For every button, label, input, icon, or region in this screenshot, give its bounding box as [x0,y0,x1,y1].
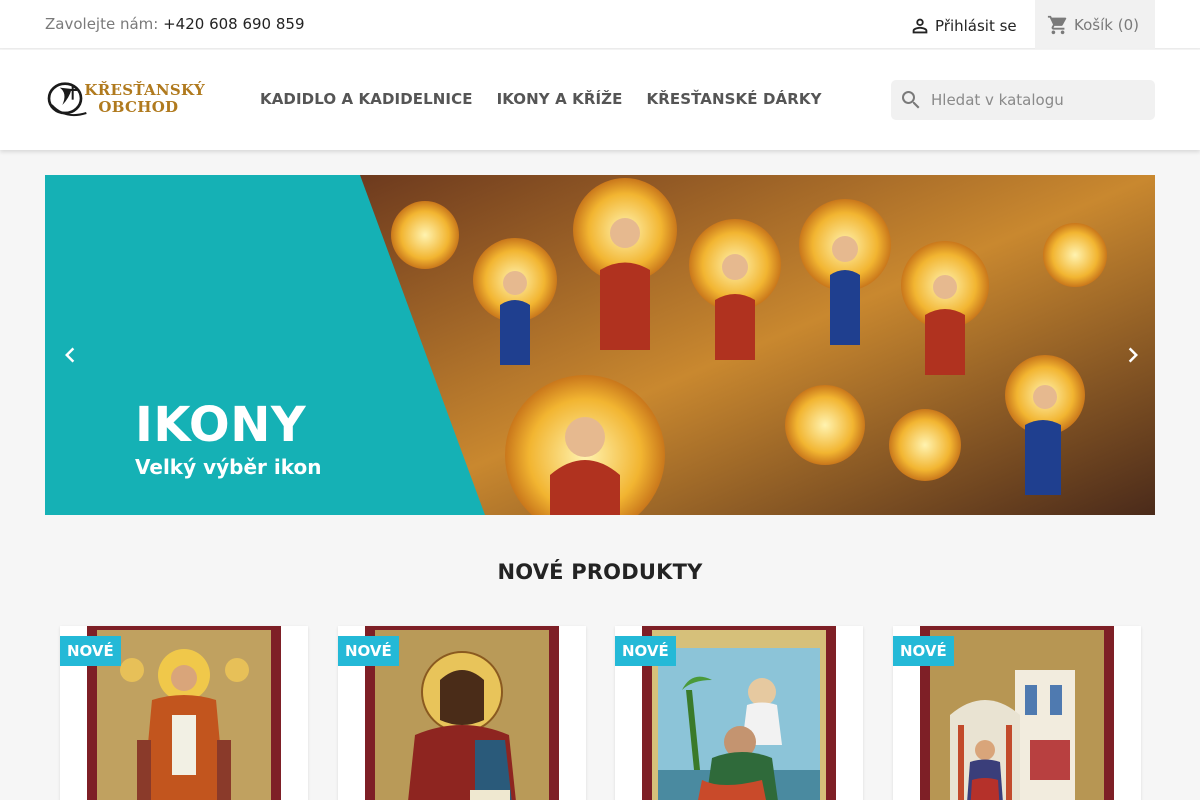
site-logo[interactable]: KŘESŤANSKÝ OBCHOD [45,68,205,130]
cart-button[interactable]: Košík (0) [1035,0,1155,49]
nav-item-icons-crosses[interactable]: IKONY A KŘÍŽE [497,90,623,108]
hero-carousel: IKONY Velký výběr ikon [45,175,1155,515]
product-card[interactable]: NOVÉ [60,626,308,800]
icon-artwork [930,630,1104,800]
new-badge: NOVÉ [893,636,954,666]
contact-info: Zavolejte nám: +420 608 690 859 [45,15,305,33]
cart-label: Košík [1074,15,1113,34]
chevron-left-icon [65,347,75,363]
shopping-cart-icon [1047,15,1067,34]
slide-title: IKONY [135,397,307,453]
new-badge: NOVÉ [615,636,676,666]
phone-link[interactable]: +420 608 690 859 [163,15,304,33]
login-link[interactable]: Přihlásit se [909,14,1017,38]
icon-artwork [97,630,271,800]
icon-artwork [652,630,826,800]
product-card[interactable]: NOVÉ [615,626,863,800]
user-icon [912,18,928,34]
new-badge: NOVÉ [60,636,121,666]
contact-label: Zavolejte nám: [45,15,159,33]
chevron-right-icon [1128,347,1138,363]
carousel-next-button[interactable] [1118,340,1148,370]
logo-text: KŘESŤANSKÝ OBCHOD [84,82,205,116]
icon-artwork [375,630,549,800]
new-badge: NOVÉ [338,636,399,666]
main-header: KŘESŤANSKÝ OBCHOD KADIDLO A KADIDELNICE … [0,50,1200,150]
search-input[interactable] [931,91,1141,109]
slide-subtitle: Velký výběr ikon [135,455,322,479]
nav-item-incense[interactable]: KADIDLO A KADIDELNICE [260,90,473,108]
search-icon[interactable] [899,88,923,112]
top-bar: Zavolejte nám: +420 608 690 859 Přihlási… [0,0,1200,49]
main-nav: KADIDLO A KADIDELNICE IKONY A KŘÍŽE KŘES… [260,90,846,108]
search-box [891,80,1155,120]
section-title: NOVÉ PRODUKTY [497,560,703,584]
logo-line-2: OBCHOD [98,98,179,116]
cart-count: (0) [1117,15,1139,34]
login-label: Přihlásit se [935,17,1017,35]
carousel-prev-button[interactable] [55,340,85,370]
product-card[interactable]: NOVÉ [893,626,1141,800]
product-card[interactable]: NOVÉ [338,626,586,800]
product-list: NOVÉ NOVÉ NOVÉ NOVÉ [60,626,1141,800]
logo-line-1: KŘESŤANSKÝ [84,81,205,99]
nav-item-christian-gifts[interactable]: KŘESŤANSKÉ DÁRKY [647,90,822,108]
